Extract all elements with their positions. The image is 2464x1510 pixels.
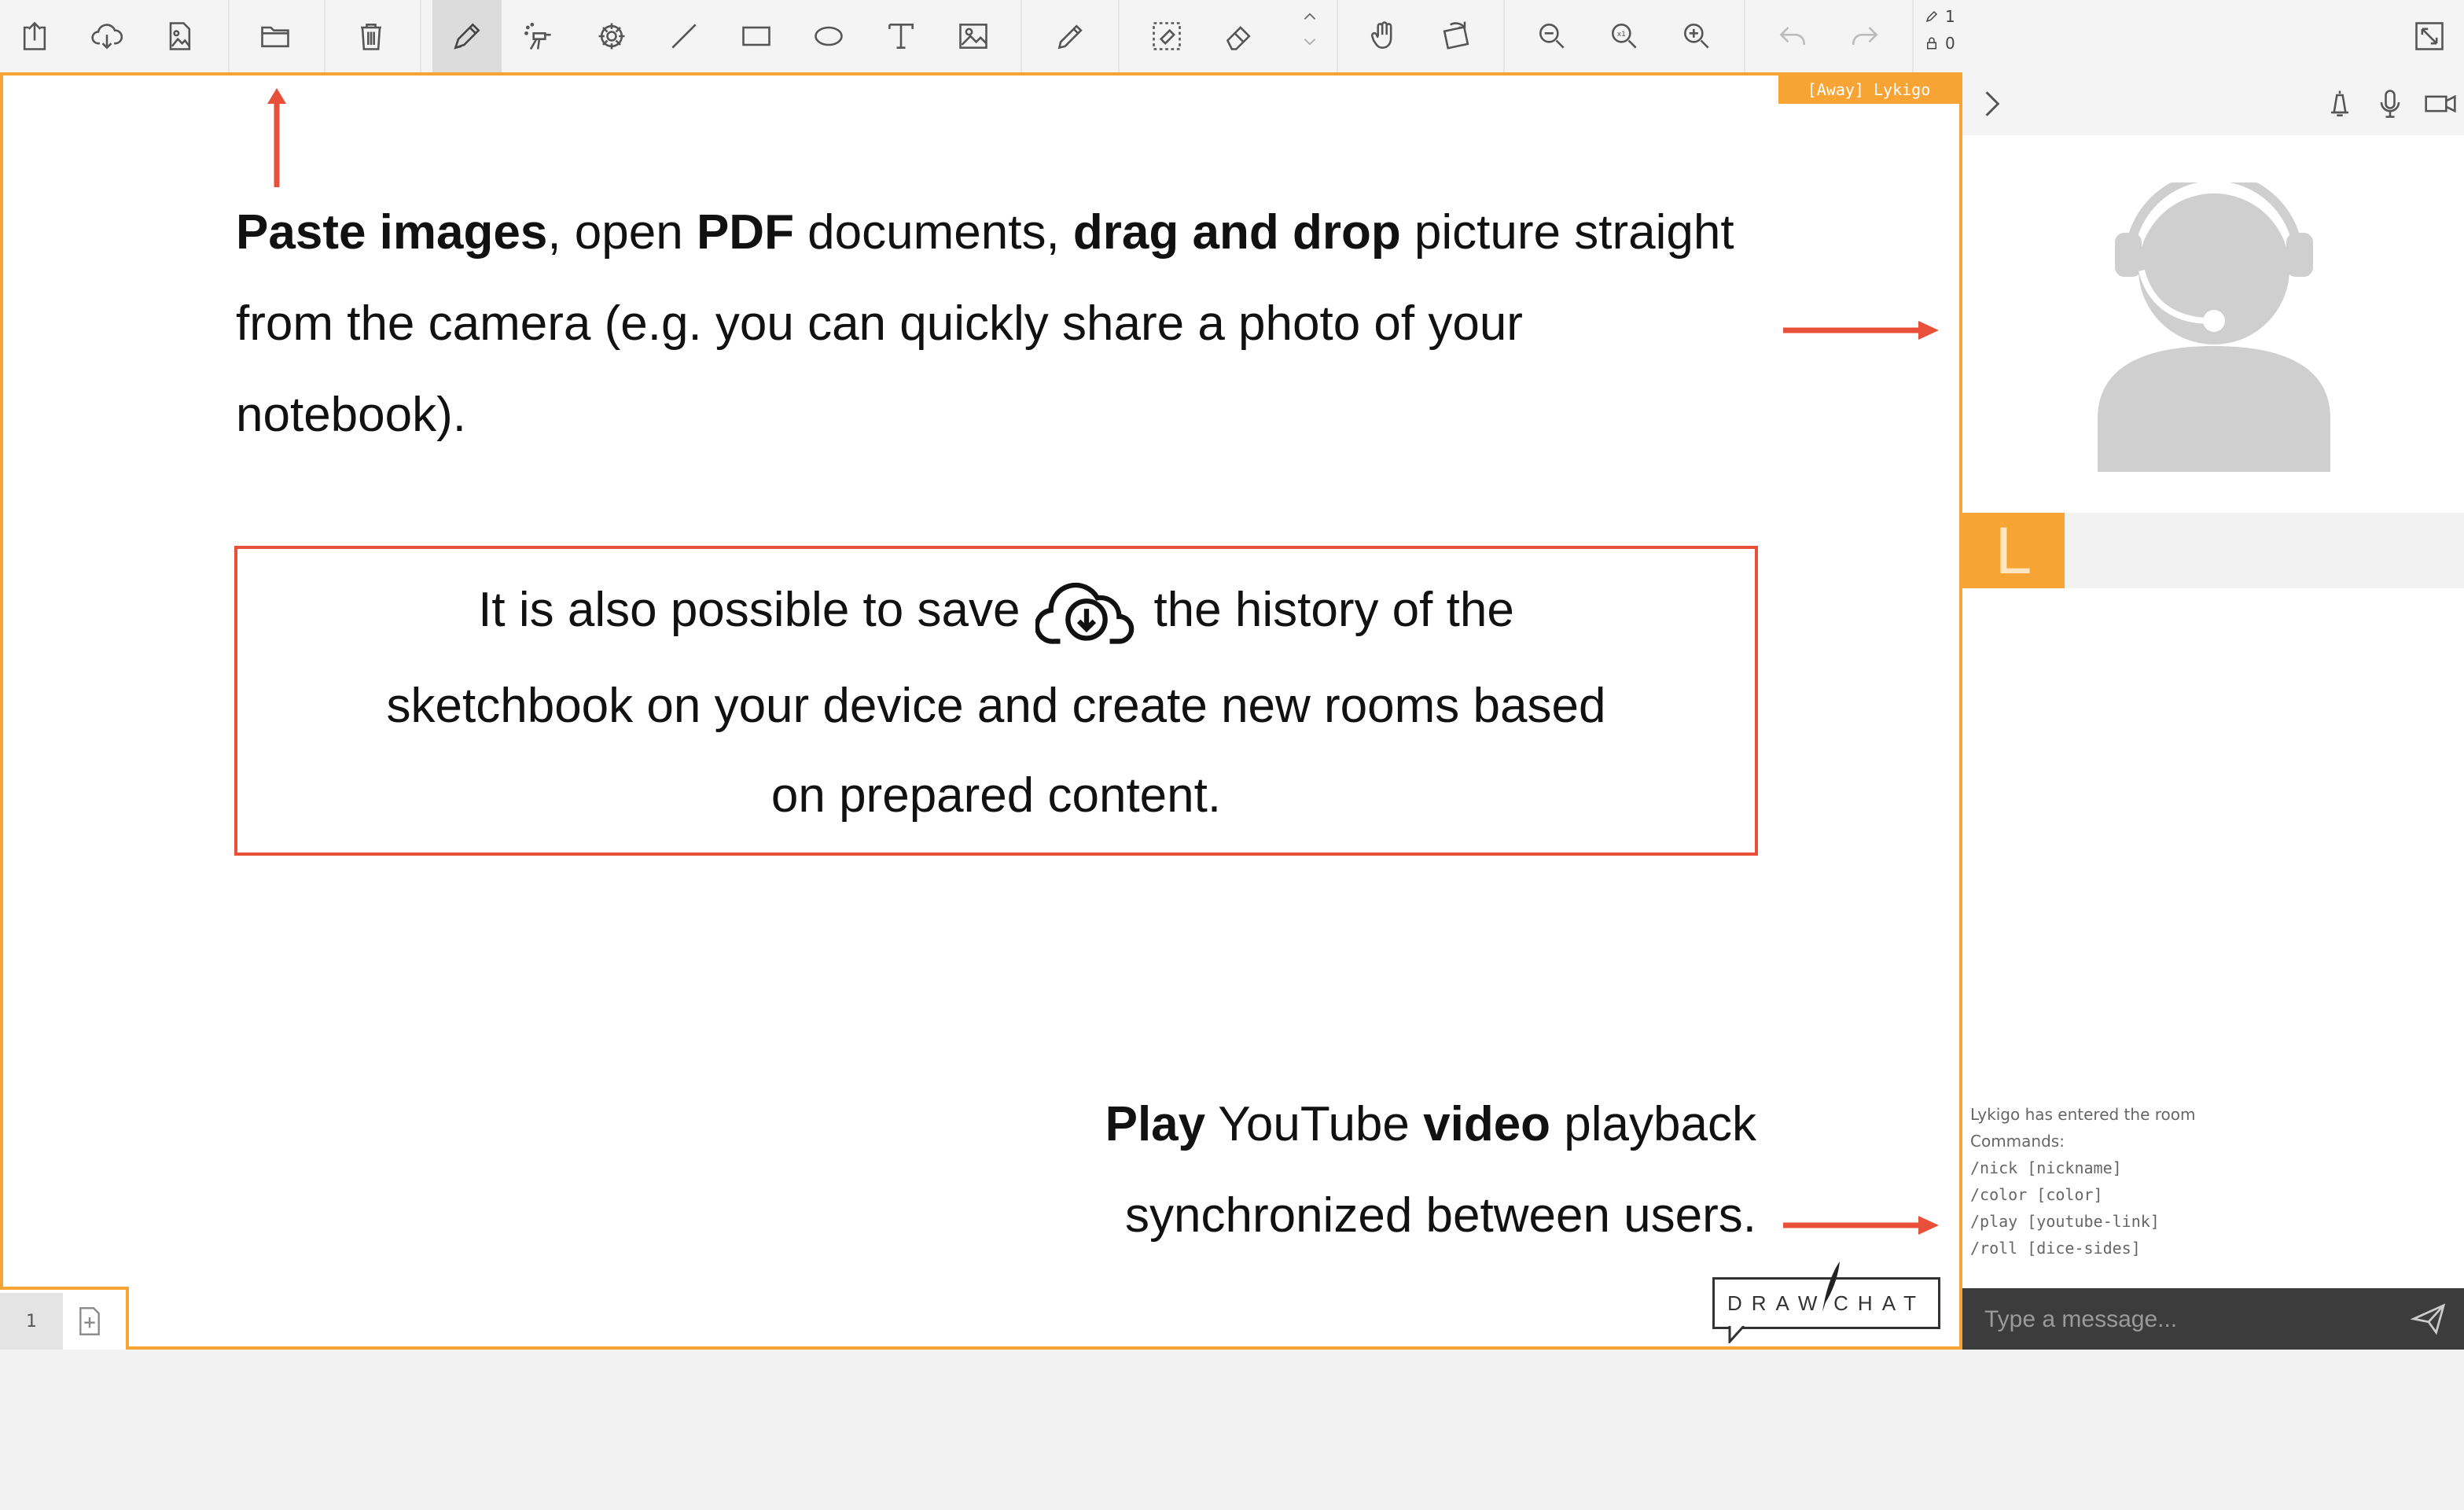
rotate-icon[interactable] [1421,0,1491,72]
spray-icon[interactable] [505,0,574,72]
box-line3: on prepared content. [770,768,1222,823]
bottom-area [0,1350,2464,1507]
logo-text-draw: DRAW [1727,1291,1827,1315]
toolbar: x1 1 0 [0,0,2464,72]
eyedropper-icon[interactable] [1036,0,1105,72]
p1-line1: Paste images, open PDF documents, drag a… [236,187,1808,278]
chevron-up-icon[interactable] [1300,6,1320,27]
page-tab-1[interactable]: 1 [0,1293,63,1350]
cloud-download-icon[interactable] [72,0,142,72]
p3-line1: Play YouTube video playback [813,1079,1756,1170]
p3-line2: synchronized between users. [1124,1188,1756,1243]
user-status-tag: [Away] Lykigo [1778,76,1959,104]
zoom-out-icon[interactable] [1517,0,1587,72]
lock-icon [1927,37,1936,50]
line-icon[interactable] [649,0,719,72]
p1-text-3: picture straight [1400,205,1734,260]
eraser-icon[interactable] [1204,0,1274,72]
bell-icon[interactable] [2322,87,2357,121]
p1-line3: notebook). [236,388,466,442]
trash-icon[interactable] [337,0,406,72]
microphone-icon[interactable] [2373,87,2407,121]
p1-text-2: documents, [793,205,1073,260]
rectangle-icon[interactable] [722,0,791,72]
speech-tail-icon [1728,1326,1745,1343]
chevron-right-icon[interactable] [1975,87,2010,121]
size-stepper[interactable] [1286,2,1333,71]
p3-text-1: YouTube [1205,1097,1424,1151]
small-pencil-icon [1925,10,1938,23]
box-line1-end: the history of the [1153,583,1514,637]
hand-icon[interactable] [1349,0,1418,72]
user-avatar-badge[interactable]: L [1962,513,2065,588]
arrow-right-icon [1783,1216,1939,1235]
box-line1-start: It is also possible to save [478,583,1021,637]
feather-icon [1822,1261,1840,1312]
arrow-up-icon [267,88,286,187]
ellipse-icon[interactable] [794,0,863,72]
pencil-count: 1 [1925,3,1972,30]
box-line1: It is also possible to save the history o… [237,573,1755,651]
undo-icon[interactable] [1758,0,1827,72]
user-list: L [1962,513,2464,588]
chevron-down-icon[interactable] [1300,31,1320,52]
chat-input-bar [1962,1288,2464,1350]
chat-command-color: /color [color] [1970,1185,2103,1204]
export-icon[interactable] [0,0,69,72]
chat-entered-message: Lykigo has entered the room [1970,1105,2196,1124]
chat-command-roll: /roll [dice-sides] [1970,1239,2141,1258]
youtube-paragraph: Play YouTube video playback synchronized… [813,1079,1756,1261]
chat-command-nick: /nick [nickname] [1970,1158,2122,1177]
select-eraser-icon[interactable] [1132,0,1201,72]
pencil-count-value: 1 [1945,7,1955,26]
chat-log: Lykigo has entered the room Commands: /n… [1970,1101,2458,1261]
paste-images-paragraph: Paste images, open PDF documents, drag a… [236,187,1808,461]
fullscreen-icon[interactable] [2395,0,2464,72]
add-page-icon[interactable] [74,1306,105,1337]
svg-text:x1: x1 [1617,30,1626,39]
p3-bold-play: Play [1105,1097,1206,1151]
pencil-icon[interactable] [432,0,502,72]
box-line2: sketchbook on your device and create new… [386,679,1606,733]
zoom-reset-icon[interactable]: x1 [1590,0,1659,72]
video-camera-icon[interactable] [2423,87,2458,121]
side-panel: L Lykigo has entered the room Commands: … [1962,72,2464,1350]
user-counts: 1 0 [1925,3,1972,69]
lock-count: 0 [1925,30,1972,57]
p3-bold-video: video [1423,1097,1551,1151]
save-history-box: It is also possible to save the history o… [234,546,1758,856]
side-panel-header [1962,72,2464,135]
chat-command-play: /play [youtube-link] [1970,1212,2160,1231]
page-tabs: 1 [0,1287,129,1350]
support-avatar-icon [2098,182,2330,472]
p3-text-2: playback [1550,1097,1756,1151]
p1-line2: from the camera (e.g. you can quickly sh… [236,296,1523,351]
folder-icon[interactable] [241,0,310,72]
spiral-icon[interactable] [577,0,646,72]
p1-bold-pdf: PDF [696,205,794,260]
insert-image-icon[interactable] [939,0,1008,72]
image-icon[interactable] [145,0,214,72]
text-icon[interactable] [866,0,936,72]
p1-bold-drag-drop: drag and drop [1072,205,1401,260]
zoom-in-icon[interactable] [1662,0,1731,72]
chat-message-input[interactable] [1983,1299,2395,1340]
lock-count-value: 0 [1945,34,1955,53]
logo-text-chat: CHAT [1833,1291,1925,1315]
p1-bold-paste-images: Paste images [236,205,548,260]
cloud-download-icon [1035,582,1135,644]
p1-text-1: , open [547,205,697,260]
redo-icon[interactable] [1830,0,1899,72]
chat-commands-label: Commands: [1970,1132,2065,1151]
drawchat-logo: DRAW CHAT [1712,1257,1944,1343]
video-area [1962,135,2464,513]
send-icon[interactable] [2411,1301,2447,1337]
